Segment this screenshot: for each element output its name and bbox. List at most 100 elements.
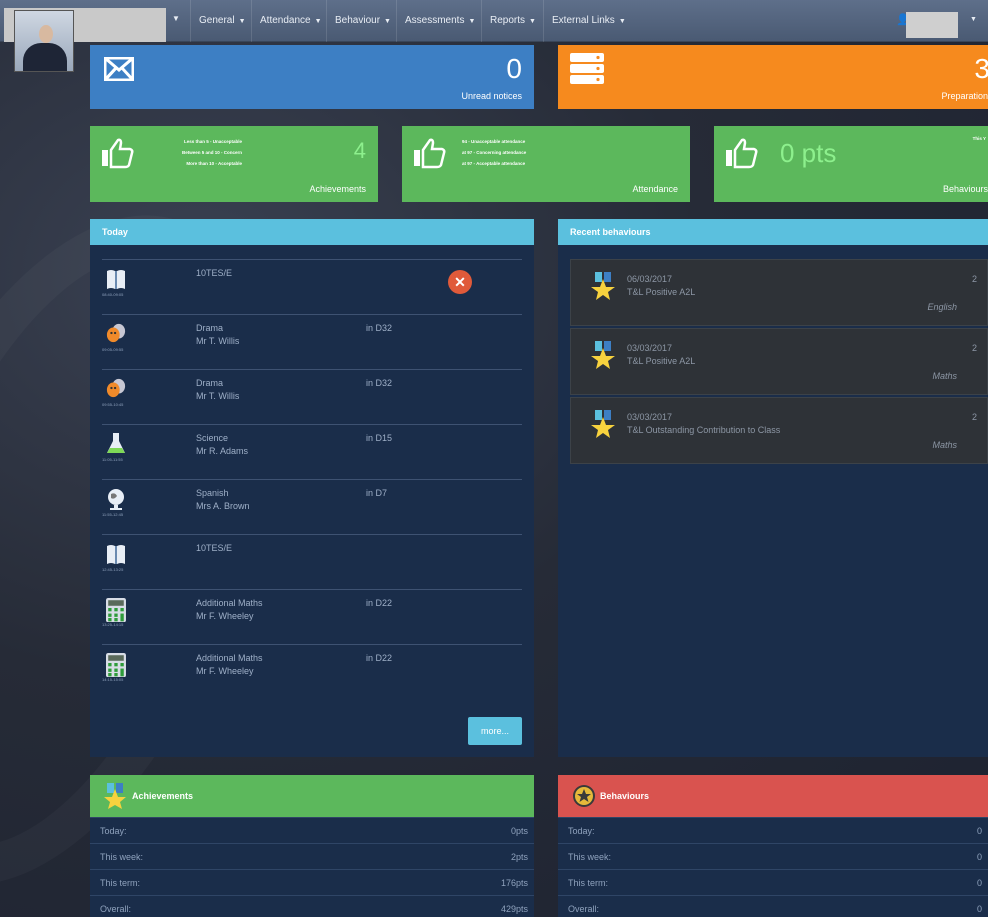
badge-icon xyxy=(573,785,595,807)
stat-row: This term: 0 xyxy=(558,869,988,895)
book-icon xyxy=(106,268,126,290)
lesson-row[interactable]: 13:25-14:15 Additional Maths Mr F. Wheeley… xyxy=(102,589,522,644)
attendance-label: Attendance xyxy=(632,184,678,194)
behaviour-description: T&L Positive A2L xyxy=(627,356,696,366)
attendance-tile[interactable]: 94 - Unacceptable attendance at 97 - Con… xyxy=(402,126,690,202)
lesson-subject: Additional Maths xyxy=(196,598,263,608)
avatar[interactable] xyxy=(14,10,74,72)
attendance-legend: 94 - Unacceptable attendance at 97 - Con… xyxy=(462,139,527,166)
lesson-room: in D22 xyxy=(366,598,393,608)
lesson-row[interactable]: 09:05-09:55 Drama Mr T. Willis in D32 xyxy=(102,314,522,369)
achievements-panel-header: Achievements xyxy=(90,775,534,817)
nav-general[interactable]: General ▼ xyxy=(190,0,254,42)
stat-value: 0 xyxy=(976,826,982,836)
stat-label: Overall: xyxy=(568,904,600,914)
lesson-room: in D32 xyxy=(366,323,393,333)
drama-masks-icon xyxy=(106,323,126,345)
behaviour-points: 2 xyxy=(971,274,977,284)
stat-row: Overall: 429pts xyxy=(90,895,534,917)
behaviour-subject: Maths xyxy=(932,371,957,381)
lesson-row[interactable]: 08:40-09:05 10TES/E ✕ xyxy=(102,259,522,314)
achievements-tile[interactable]: Less than 5 - Unacceptable Between 5 and… xyxy=(90,126,378,202)
thumbs-up-icon xyxy=(726,138,758,169)
achievements-legend: Less than 5 - Unacceptable Between 5 and… xyxy=(181,139,242,166)
nav-behaviour[interactable]: Behaviour ▼ xyxy=(326,0,399,42)
lesson-subject: 10TES/E xyxy=(196,543,233,553)
achievements-value: 4 xyxy=(353,138,366,163)
stat-value: 429pts xyxy=(500,904,528,914)
lesson-subject: Drama xyxy=(196,378,224,388)
stat-value: 176pts xyxy=(500,878,528,888)
behaviours-panel: Behaviours Today: 0 This week: 0 This term: 0… xyxy=(558,775,988,917)
lesson-teacher: Mrs A. Brown xyxy=(196,501,250,511)
chevron-down-icon[interactable]: ▼ xyxy=(172,14,180,23)
lesson-row[interactable]: 11:55-12:45 Spanish Mrs A. Brown in D7 xyxy=(102,479,522,534)
calculator-icon xyxy=(106,653,126,678)
behaviours-panel-header: Behaviours xyxy=(558,775,988,817)
stat-row: Today: 0 xyxy=(558,817,988,843)
lesson-teacher: Mr F. Wheeley xyxy=(196,611,254,621)
lesson-row[interactable]: 11:05-11:55 Science Mr R. Adams in D15 xyxy=(102,424,522,479)
lesson-row[interactable]: 14:15-15:05 Additional Maths Mr F. Wheeley… xyxy=(102,644,522,699)
unread-label: Unread notices xyxy=(461,91,522,101)
lesson-time: 14:15-15:05 xyxy=(102,677,124,682)
nav-reports[interactable]: Reports ▼ xyxy=(481,0,544,42)
lesson-room: in D7 xyxy=(366,488,388,498)
behaviour-points: 2 xyxy=(971,343,977,353)
lesson-subject: Additional Maths xyxy=(196,653,263,663)
stat-value: 0pts xyxy=(510,826,528,836)
more-button[interactable]: more... xyxy=(468,717,522,745)
top-navbar: ▼ General ▼ Attendance ▼ Behaviour ▼ Assess… xyxy=(0,0,988,42)
flask-icon xyxy=(106,433,126,455)
stat-row: Overall: 0 xyxy=(558,895,988,917)
stat-label: This term: xyxy=(568,878,609,888)
behaviours-points: 0 pts xyxy=(780,138,837,168)
behaviour-card[interactable]: 06/03/2017 T&L Positive A2L 2 English xyxy=(570,259,988,326)
stat-value: 2pts xyxy=(510,852,528,862)
lesson-teacher: Mr R. Adams xyxy=(196,446,249,456)
chevron-down-icon: ▼ xyxy=(970,16,977,23)
lesson-row[interactable]: 09:55-10:45 Drama Mr T. Willis in D32 xyxy=(102,369,522,424)
book-icon xyxy=(106,543,126,565)
calculator-icon xyxy=(106,598,126,623)
lesson-time: 08:40-09:05 xyxy=(102,292,124,297)
lesson-room: in D22 xyxy=(366,653,393,663)
today-panel: Today 08:40-09:05 10TES/E ✕ 09:05-09:55 Dram… xyxy=(90,219,534,757)
lesson-row[interactable]: 12:45-13:25 10TES/E xyxy=(102,534,522,589)
stat-label: This week: xyxy=(568,852,612,862)
award-star-icon xyxy=(591,341,615,369)
preparation-count: 3 xyxy=(974,53,988,84)
behaviour-card[interactable]: 03/03/2017 T&L Positive A2L 2 Maths xyxy=(570,328,988,395)
behaviour-description: T&L Outstanding Contribution to Class xyxy=(627,425,781,435)
nav-attendance[interactable]: Attendance ▼ xyxy=(251,0,330,42)
user-menu[interactable]: 👤 ▼ xyxy=(892,10,988,38)
lesson-subject: Drama xyxy=(196,323,224,333)
recent-behaviours-title: Recent behaviours xyxy=(558,219,988,245)
server-icon xyxy=(570,53,604,84)
behaviours-panel-title: Behaviours xyxy=(600,791,650,801)
nav-external-links[interactable]: External Links ▼ xyxy=(543,0,634,42)
globe-icon xyxy=(106,488,126,510)
behaviour-card[interactable]: 03/03/2017 T&L Outstanding Contribution t… xyxy=(570,397,988,464)
stat-label: Overall: xyxy=(100,904,132,914)
thumbs-up-icon xyxy=(102,138,134,169)
behaviour-subject: Maths xyxy=(932,440,957,450)
stat-row: Today: 0pts xyxy=(90,817,534,843)
lesson-subject: 10TES/E xyxy=(196,268,233,278)
lesson-time: 12:45-13:25 xyxy=(102,567,124,572)
achievements-label: Achievements xyxy=(309,184,366,194)
lesson-time: 11:05-11:55 xyxy=(102,457,123,462)
stat-label: Today: xyxy=(568,826,595,836)
unread-notices-tile[interactable]: 0 Unread notices xyxy=(90,45,534,109)
today-title: Today xyxy=(90,219,534,245)
lesson-time: 09:55-10:45 xyxy=(102,402,124,407)
stat-label: This term: xyxy=(100,878,141,888)
lesson-subject: Spanish xyxy=(196,488,229,498)
nav-assessments[interactable]: Assessments ▼ xyxy=(396,0,483,42)
behaviours-tile[interactable]: 0 pts This Y Behaviours xyxy=(714,126,988,202)
preparation-tile[interactable]: 3 Preparation xyxy=(558,45,988,109)
behaviours-label: Behaviours xyxy=(942,184,988,194)
behaviour-points: 2 xyxy=(971,412,977,422)
behaviours-small-label: This Y xyxy=(972,136,986,141)
lesson-subject: Science xyxy=(196,433,229,443)
